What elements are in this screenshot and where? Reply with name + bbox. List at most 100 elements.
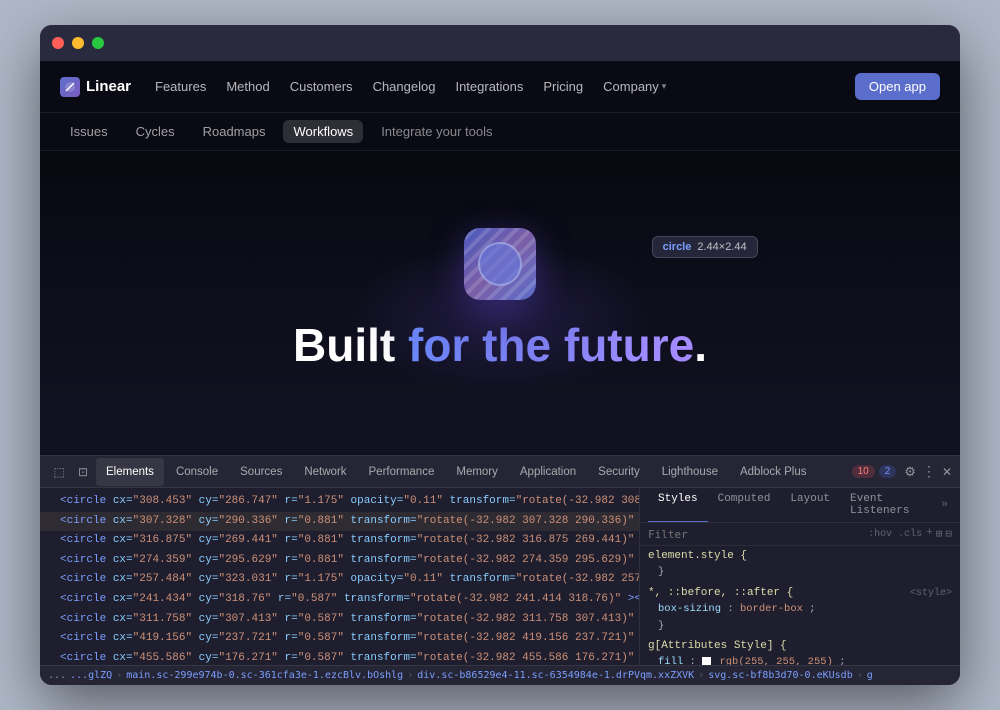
devtools-panel: ⬚ ⊡ Elements Console Sources Network Per…	[40, 455, 960, 685]
breadcrumb-item[interactable]: svg.sc-bf8b3d70-0.eKUsdb	[708, 670, 853, 681]
hero-title-highlight: for the future	[408, 319, 694, 371]
style-prop: fill : rgb(255, 255, 255) ;	[648, 654, 952, 665]
nav-customers[interactable]: Customers	[290, 79, 353, 94]
element-tooltip: circle 2.44×2.44	[652, 236, 758, 258]
devtools-breadcrumb: ... ...glZQ › main.sc-299e974b-0.sc-361c…	[40, 665, 960, 685]
hero-title-part3: .	[694, 319, 707, 371]
browser-window: Linear Features Method Customers Changel…	[40, 25, 960, 685]
style-prop: box-sizing : border-box ;	[648, 601, 952, 618]
style-tab-layout[interactable]: Layout	[780, 488, 840, 522]
devtools-settings-icon[interactable]: ⚙	[904, 464, 916, 480]
warning-badge: 2	[879, 465, 897, 478]
linear-logo-icon	[60, 77, 80, 97]
styles-expand-icon[interactable]: »	[941, 488, 952, 522]
style-selector: *, ::before, ::after {	[648, 587, 793, 599]
code-line-highlighted: <circle cx="307.328" cy="290.336" r="0.8…	[40, 512, 639, 532]
nav-method[interactable]: Method	[226, 79, 269, 94]
styles-filter-bar: :hov .cls + ⊞ ⊟	[640, 523, 960, 546]
breadcrumb-dots: ...	[48, 670, 66, 681]
close-button[interactable]	[52, 37, 64, 49]
nav-features[interactable]: Features	[155, 79, 206, 94]
hero-title: Built for the future.	[293, 320, 707, 371]
devtools-tabs-bar: ⬚ ⊡ Elements Console Sources Network Per…	[40, 456, 960, 488]
tooltip-element-name: circle	[663, 241, 692, 253]
hero-section: circle 2.44×2.44 Built for the future.	[40, 151, 960, 455]
subnav-cycles[interactable]: Cycles	[126, 120, 185, 143]
chevron-down-icon: ▾	[662, 81, 667, 92]
breadcrumb-item[interactable]: ...glZQ	[70, 670, 112, 681]
styles-panel: Styles Computed Layout Event Listeners »…	[640, 488, 960, 665]
maximize-button[interactable]	[92, 37, 104, 49]
app-icon-circle	[478, 242, 522, 286]
code-line: <circle cx="316.875" cy="269.441" r="0.8…	[40, 531, 639, 551]
styles-tabs: Styles Computed Layout Event Listeners »	[640, 488, 960, 523]
subnav-workflows[interactable]: Workflows	[283, 120, 363, 143]
error-badge: 10	[852, 465, 875, 478]
tooltip-dimensions: 2.44×2.44	[697, 241, 746, 253]
nav-integrations[interactable]: Integrations	[455, 79, 523, 94]
devtools-tab-elements[interactable]: Elements	[96, 458, 164, 486]
devtools-tab-network[interactable]: Network	[294, 458, 356, 486]
code-line: <circle cx="311.758" cy="307.413" r="0.5…	[40, 610, 639, 630]
devtools-body: <circle cx="308.453" cy="286.747" r="1.1…	[40, 488, 960, 665]
elements-panel[interactable]: <circle cx="308.453" cy="286.747" r="1.1…	[40, 488, 640, 665]
filter-palette-icon[interactable]: ⊞	[936, 527, 943, 541]
style-rule-g-attrs: g[Attributes Style] { fill : rgb(255, 25…	[648, 640, 952, 665]
breadcrumb-item[interactable]: main.sc-299e974b-0.sc-361cfa3e-1.ezcBlv.…	[126, 670, 403, 681]
style-tab-events[interactable]: Event Listeners	[840, 488, 941, 522]
style-rule-element: element.style { }	[648, 550, 952, 581]
style-tab-styles[interactable]: Styles	[648, 488, 708, 522]
code-line: <circle cx="274.359" cy="295.629" r="0.8…	[40, 551, 639, 571]
style-origin: <style>	[910, 588, 952, 599]
style-closing-brace: }	[648, 564, 952, 581]
subnav-issues[interactable]: Issues	[60, 120, 118, 143]
code-line: <circle cx="308.453" cy="286.747" r="1.1…	[40, 492, 639, 512]
browser-chrome	[40, 25, 960, 61]
styles-filter-input[interactable]	[648, 528, 864, 541]
breadcrumb-item[interactable]: g	[867, 670, 873, 681]
nav-links: Features Method Customers Changelog Inte…	[155, 79, 831, 94]
code-line: <circle cx="419.156" cy="237.721" r="0.5…	[40, 629, 639, 649]
devtools-tab-adblock[interactable]: Adblock Plus	[730, 458, 816, 486]
devtools-tab-memory[interactable]: Memory	[446, 458, 508, 486]
devtools-tab-application[interactable]: Application	[510, 458, 586, 486]
devtools-tab-security[interactable]: Security	[588, 458, 650, 486]
style-selector: element.style {	[648, 550, 952, 562]
filter-icons: + ⊞ ⊟	[926, 527, 952, 541]
devtools-inspect-icon[interactable]: ⬚	[48, 461, 70, 483]
devtools-tab-console[interactable]: Console	[166, 458, 228, 486]
code-line: <circle cx="241.434" cy="318.76" r="0.58…	[40, 590, 639, 610]
code-line: <circle cx="257.484" cy="323.031" r="1.1…	[40, 570, 639, 590]
filter-pseudo-label: :hov .cls	[868, 529, 922, 540]
devtools-tab-performance[interactable]: Performance	[359, 458, 445, 486]
app-icon	[464, 228, 536, 300]
devtools-more-icon[interactable]: ⋮	[922, 463, 936, 480]
devtools-tab-sources[interactable]: Sources	[230, 458, 292, 486]
style-closing-brace: }	[648, 618, 952, 635]
devtools-close-icon[interactable]: ✕	[942, 465, 952, 479]
sub-nav: Issues Cycles Roadmaps Workflows Integra…	[40, 113, 960, 151]
nav-changelog[interactable]: Changelog	[373, 79, 436, 94]
devtools-badges: 10 2 ⚙ ⋮ ✕	[852, 463, 952, 480]
open-app-button[interactable]: Open app	[855, 73, 940, 100]
nav-company[interactable]: Company ▾	[603, 79, 666, 94]
nav-brand[interactable]: Linear	[60, 77, 131, 97]
devtools-device-icon[interactable]: ⊡	[72, 461, 94, 483]
style-selector: g[Attributes Style] {	[648, 640, 952, 652]
minimize-button[interactable]	[72, 37, 84, 49]
subnav-tag: Integrate your tools	[371, 120, 502, 143]
devtools-tab-lighthouse[interactable]: Lighthouse	[652, 458, 728, 486]
nav-pricing[interactable]: Pricing	[543, 79, 583, 94]
hero-title-part1: Built	[293, 319, 408, 371]
color-swatch	[702, 657, 711, 665]
styles-content: element.style { } *, ::before, ::after {…	[640, 546, 960, 665]
website-nav: Linear Features Method Customers Changel…	[40, 61, 960, 113]
filter-eye-icon[interactable]: ⊟	[945, 527, 952, 541]
brand-label: Linear	[86, 78, 131, 95]
breadcrumb-item[interactable]: div.sc-b86529e4-11.sc-6354984e-1.drPVqm.…	[417, 670, 694, 681]
subnav-roadmaps[interactable]: Roadmaps	[193, 120, 276, 143]
style-tab-computed[interactable]: Computed	[708, 488, 781, 522]
style-rule-before-after: *, ::before, ::after { <style> box-sizin…	[648, 587, 952, 635]
code-line: <circle cx="455.586" cy="176.271" r="0.5…	[40, 649, 639, 665]
filter-plus-icon[interactable]: +	[926, 527, 933, 541]
